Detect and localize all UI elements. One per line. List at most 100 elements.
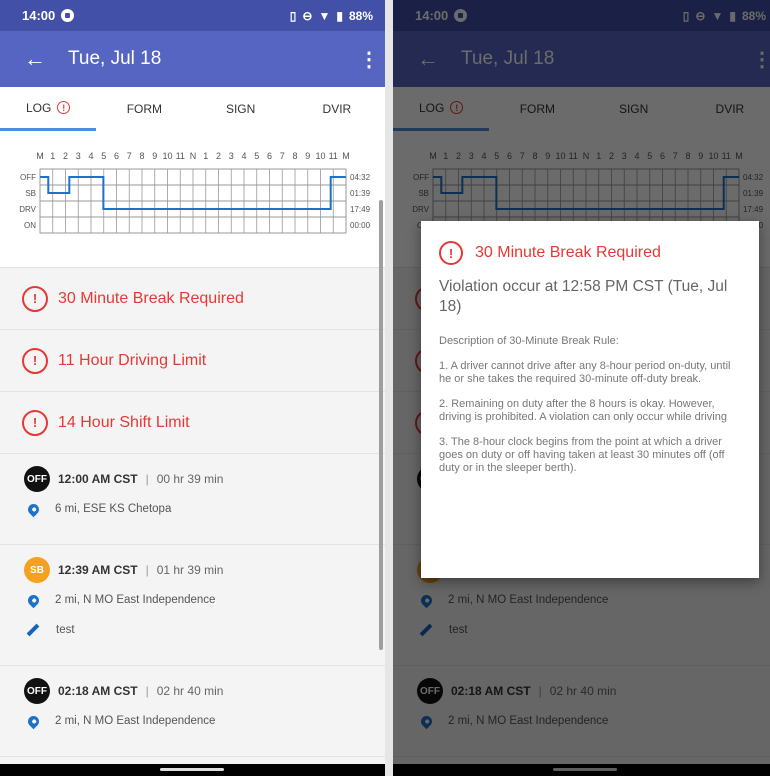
hour-tick-label: 1 [203,151,208,161]
hour-tick-label: M [36,151,44,161]
hour-tick-label: 8 [139,151,144,161]
violation-row[interactable]: ! 11 Hour Driving Limit [0,330,385,392]
separator: | [145,563,149,577]
status-row-label: ON [24,221,36,230]
hour-tick-label: 3 [76,151,81,161]
screen-divider [385,0,393,776]
status-row-label: OFF [20,173,36,182]
tab-log[interactable]: LOG! [0,87,97,131]
log-screen: 14:00 ▯ ⊖ ▼ ▮ 88% ← Tue, Jul 18 ⋮ LOG! F… [0,0,385,776]
battery-icon: ▮ [336,8,343,23]
tab-sign-label: SIGN [225,102,256,116]
dialog-subtitle: Violation occur at 12:58 PM CST (Tue, Ju… [439,278,728,315]
hour-tick-label: 8 [292,151,297,161]
log-graph[interactable]: M1234567891011N1234567891011MOFF04:32SB0… [0,131,385,268]
event-time: 02:18 AM CST [58,684,138,698]
warning-circle-icon: ! [57,101,71,114]
violation-dialog: ! 30 Minute Break Required Violation occ… [421,221,759,578]
hour-tick-label: 6 [267,151,272,161]
status-row-label: SB [25,189,36,198]
status-bar: 14:00 ▯ ⊖ ▼ ▮ 88% [0,0,385,31]
event-row[interactable]: OFF 02:18 AM CST | 02 hr 40 min 2 mi, N … [0,666,385,757]
event-row[interactable]: SB 12:39 AM CST | 01 hr 39 min 2 mi, N M… [0,545,385,666]
warning-circle-icon: ! [439,241,463,265]
tab-log-label: LOG [25,100,52,115]
event-row[interactable]: OFF 12:00 AM CST | 00 hr 39 min 6 mi, ES… [0,454,385,545]
tab-form-label: FORM [126,102,163,116]
tab-sign[interactable]: SIGN [193,87,289,131]
tab-dvir-label: DVIR [322,102,352,116]
status-row-label: DRV [19,205,36,214]
page-title: Tue, Jul 18 [68,48,162,69]
rule-item: 2. Remaining on duty after the 8 hours i… [439,398,727,423]
hour-tick-label: 4 [88,151,93,161]
warning-circle-icon: ! [22,285,48,312]
rule-item: 1. A driver cannot drive after any 8-hou… [439,360,731,385]
battery-level: 88% [348,8,373,23]
dialog-body: Description of 30-Minute Break Rule: 1. … [439,335,741,475]
status-total-label: 17:49 [350,205,371,214]
dialog-title: 30 Minute Break Required [475,244,661,261]
hour-tick-label: 11 [329,151,338,161]
violation-label: 30 Minute Break Required [58,289,244,307]
location-pin-icon [25,592,42,608]
hour-tick-label: 3 [229,151,234,161]
event-location: 2 mi, N MO East Independence [55,594,216,606]
hour-tick-label: 6 [114,151,119,161]
hour-tick-label: 10 [315,151,325,161]
hour-tick-label: 2 [216,151,221,161]
sleeper-berth-badge: SB [24,557,50,583]
tab-form[interactable]: FORM [96,87,192,131]
event-time: 12:39 AM CST [58,563,138,577]
vibrate-icon: ▯ [289,8,297,23]
event-location: 2 mi, N MO East Independence [55,715,216,727]
hour-tick-label: 11 [176,151,185,161]
status-total-label: 01:39 [350,189,371,198]
off-duty-badge: OFF [24,678,50,704]
event-duration: 02 hr 40 min [156,684,224,698]
warning-circle-icon: ! [22,409,48,436]
tab-dvir[interactable]: DVIR [289,87,385,131]
event-duration: 01 hr 39 min [156,563,224,577]
arrow-left-icon[interactable]: ← [24,46,68,72]
app-bar: ← Tue, Jul 18 ⋮ [0,31,385,87]
scrollbar[interactable] [379,200,383,650]
event-time: 12:00 AM CST [58,472,138,486]
hour-tick-label: 4 [241,151,246,161]
off-duty-badge: OFF [24,466,50,492]
event-note: test [56,624,75,636]
status-total-label: 00:00 [350,221,371,230]
hour-tick-label: N [190,151,197,161]
nav-bar [0,764,385,776]
hour-tick-label: 10 [162,151,172,161]
violation-label: 11 Hour Driving Limit [58,351,207,369]
dnd-icon: ⊖ [302,8,313,23]
hour-tick-label: 9 [305,151,310,161]
wifi-icon: ▼ [318,8,331,23]
location-pin-icon [25,713,42,729]
event-location: 6 mi, ESE KS Chetopa [55,503,172,515]
status-total-label: 04:32 [350,173,371,182]
home-handle[interactable] [160,768,224,771]
violation-label: 14 Hour Shift Limit [58,413,190,431]
hour-tick-label: 5 [254,151,259,161]
hour-tick-label: M [342,151,350,161]
location-pin-icon [25,501,42,517]
rule-item: 3. The 8-hour clock begins from the poin… [439,436,725,474]
event-duration: 00 hr 39 min [156,472,224,486]
tab-bar: LOG! FORM SIGN DVIR [0,87,385,131]
hour-tick-label: 7 [280,151,285,161]
hour-tick-label: 9 [152,151,157,161]
pencil-icon [26,623,40,637]
hour-tick-label: 1 [50,151,55,161]
separator: | [145,684,149,698]
hour-tick-label: 7 [127,151,132,161]
separator: | [145,472,149,486]
status-time: 14:00 [22,8,56,23]
app-notification-icon [61,9,75,22]
violation-row[interactable]: ! 30 Minute Break Required [0,268,385,330]
log-screen-with-dialog: 14:00 ▯ ⊖ ▼ ▮ 88% ← Tue, Jul 18 ⋮ LOG! F… [393,0,770,776]
violation-row[interactable]: ! 14 Hour Shift Limit [0,392,385,454]
rule-description-title: Description of 30-Minute Break Rule: [439,335,619,347]
more-vert-icon[interactable]: ⋮ [359,47,379,72]
